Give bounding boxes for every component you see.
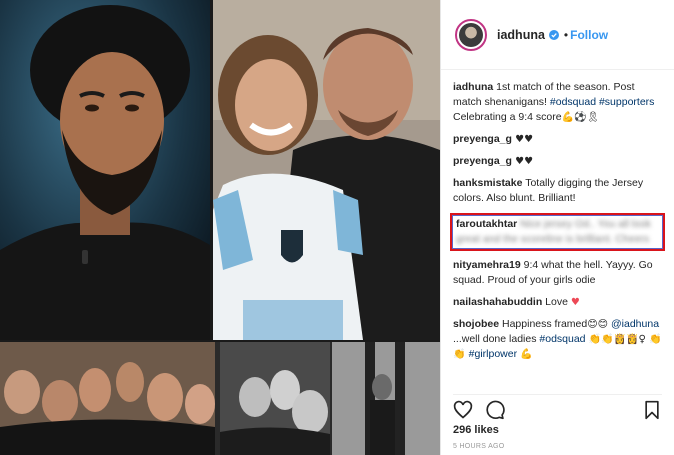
comment-hashtag-link[interactable]: #odsquad [550, 96, 596, 108]
comment-username[interactable]: nityamehra19 [453, 259, 521, 271]
comment-username[interactable]: faroutakhtar [456, 218, 517, 230]
comment-hashtag-link[interactable]: #girlpower [469, 348, 517, 360]
comment-username[interactable]: preyenga_g [453, 155, 512, 167]
post-author-username[interactable]: iadhuna [497, 28, 545, 42]
red-heart-icon: ♥ [570, 297, 580, 308]
comment-item: hanksmistake Totally digging the Jersey … [453, 176, 662, 206]
comment-text: Happiness framed [499, 318, 588, 330]
photo-group-selfies [0, 342, 440, 455]
post-header: iadhuna • Follow [441, 0, 674, 70]
comment-item: iadhuna 1st match of the season. Post ma… [453, 80, 662, 125]
post-actions [453, 394, 662, 420]
verified-badge-icon [548, 29, 559, 40]
post-timestamp: 5 HOURS AGO [453, 443, 505, 450]
comment-hashtag-link[interactable]: @iadhuna [611, 318, 659, 330]
comment-username[interactable]: shojobee [453, 318, 499, 330]
comment-bubble-icon[interactable] [485, 400, 505, 420]
comment-hashtag-link[interactable]: #odsquad [539, 333, 585, 345]
comment-emoji: ♥♥ [511, 134, 534, 145]
comment-username[interactable]: preyenga_g [453, 133, 512, 145]
avatar[interactable] [455, 18, 487, 51]
comment-item: preyenga_g ♥♥ [453, 132, 662, 147]
follow-button[interactable]: Follow [570, 28, 608, 42]
comment-item: nityamehra19 9:4 what the hell. Yayyy. G… [453, 258, 662, 288]
comment-username[interactable]: iadhuna [453, 81, 493, 93]
comment-emoji: ♥♥ [511, 156, 534, 167]
photo-collage [0, 0, 440, 455]
photo-couple-jersey [213, 0, 440, 340]
instagram-post-panel: iadhuna • Follow iadhuna 1st match of th… [440, 0, 674, 455]
comment-item: preyenga_g ♥♥ [453, 154, 662, 169]
heart-outline-icon[interactable] [453, 400, 473, 420]
comment-emoji: 💪 [517, 349, 533, 360]
comment-text: Love [542, 296, 571, 308]
comment-item: shojobee Happiness framed😊😊 @iadhuna ...… [453, 317, 662, 362]
comment-emoji: 💪⚽🎗 [561, 112, 600, 123]
likes-count[interactable]: 296 likes [453, 424, 499, 436]
comment-emoji: 😊😊 [587, 319, 609, 330]
comment-username[interactable]: nailashahabuddin [453, 296, 542, 308]
bookmark-icon[interactable] [642, 400, 662, 420]
comments-list: iadhuna 1st match of the season. Post ma… [441, 70, 674, 386]
comment-username[interactable]: hanksmistake [453, 177, 522, 189]
highlighted-comment: faroutakhtar Nice jersey Od.. You all lo… [450, 213, 665, 251]
separator-dot: • [563, 27, 569, 42]
comment-text: ...well done ladies [453, 333, 540, 345]
comment-text: Celebrating a 9:4 score [453, 111, 562, 123]
comment-item: nailashahabuddin Love ♥ [453, 295, 662, 310]
photo-bearded-man [0, 0, 210, 340]
comment-hashtag-link[interactable]: #supporters [599, 96, 654, 108]
